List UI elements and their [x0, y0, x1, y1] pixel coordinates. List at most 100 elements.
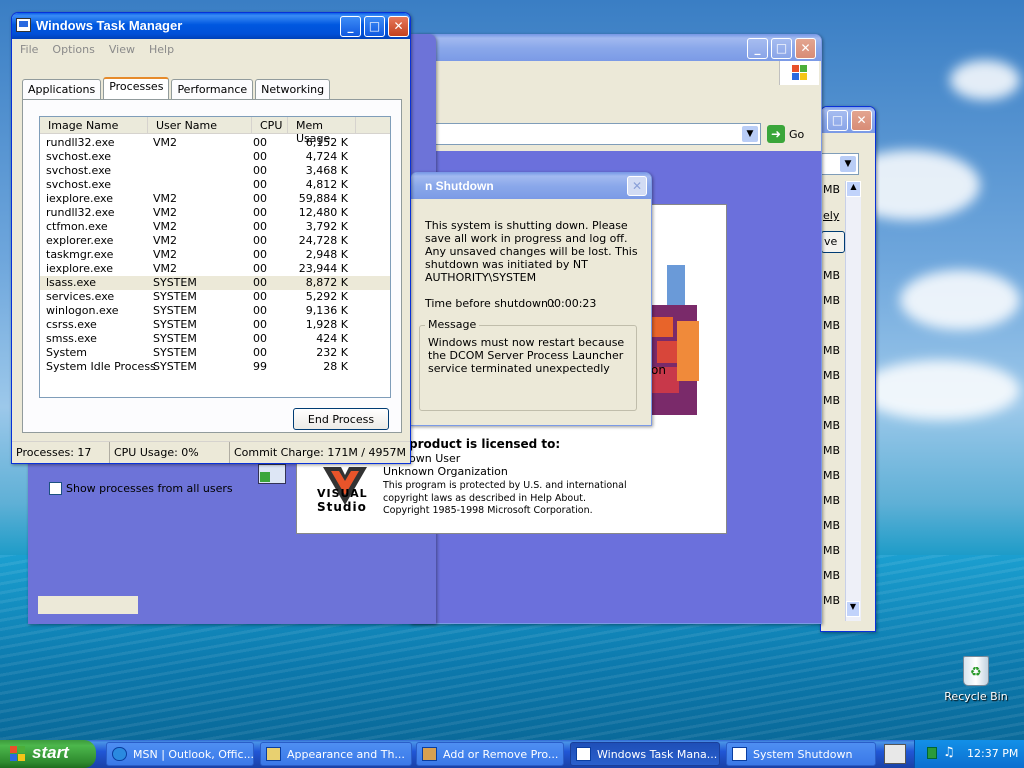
process-cpu: 00	[253, 332, 267, 345]
partial-button[interactable]: ve	[821, 231, 845, 253]
tab-performance[interactable]: Performance	[171, 79, 254, 99]
process-user-name: VM2	[153, 220, 178, 233]
process-image-name: rundll32.exe	[46, 136, 115, 149]
process-image-name: rundll32.exe	[46, 206, 115, 219]
cloud	[950, 60, 1020, 100]
process-cpu: 00	[253, 290, 267, 303]
table-row[interactable]: lsass.exe SYSTEM 00 8,872 K	[40, 276, 390, 290]
minimize-button[interactable]: _	[340, 16, 361, 37]
column-mem-usage[interactable]: Mem Usage	[288, 117, 356, 145]
table-row[interactable]: ctfmon.exe VM2 00 3,792 K	[40, 220, 390, 234]
table-row[interactable]: explorer.exe VM2 00 24,728 K	[40, 234, 390, 248]
menu-file[interactable]: File	[20, 43, 38, 56]
list-header: Image Name User Name CPU Mem Usage	[40, 117, 390, 145]
copyright: Copyright 1985-1998 Microsoft Corporatio…	[383, 505, 593, 516]
table-row[interactable]: rundll32.exe VM2 00 12,480 K	[40, 206, 390, 220]
list-item: MB	[823, 494, 841, 507]
list-item: MB	[823, 269, 841, 282]
side-dropdown[interactable]: ▼	[819, 153, 859, 175]
table-row[interactable]: System Idle Process SYSTEM 99 28 K	[40, 360, 390, 374]
show-all-users-checkbox[interactable]: Show processes from all users	[49, 482, 233, 495]
menu-help[interactable]: Help	[149, 43, 174, 56]
process-cpu: 00	[253, 318, 267, 331]
table-row[interactable]: svchost.exe 00 4,724 K	[40, 150, 390, 164]
close-button[interactable]: ✕	[388, 16, 409, 37]
process-mem-usage: 3,468 K	[305, 164, 348, 177]
task-manager-icon	[16, 18, 31, 32]
close-button[interactable]: ✕	[795, 38, 816, 59]
keyboard-icon[interactable]	[884, 744, 906, 764]
taskbar-button-shutdown[interactable]: System Shutdown	[726, 742, 876, 766]
address-bar[interactable]: ▼	[411, 123, 761, 145]
process-cpu: 00	[253, 262, 267, 275]
time-label: Time before shutdown :	[425, 297, 556, 310]
process-cpu: 99	[253, 360, 267, 373]
tab-processes[interactable]: Processes	[103, 77, 170, 99]
table-row[interactable]: iexplore.exe VM2 00 23,944 K	[40, 262, 390, 276]
process-mem-usage: 4,812 K	[305, 178, 348, 191]
process-user-name: SYSTEM	[153, 318, 197, 331]
process-user-name: VM2	[153, 192, 178, 205]
taskbar-button-msn[interactable]: MSN | Outlook, Offic...	[106, 742, 254, 766]
taskbar-button-add-remove[interactable]: Add or Remove Pro...	[416, 742, 564, 766]
tab-networking[interactable]: Networking	[255, 79, 331, 99]
menu-options[interactable]: Options	[52, 43, 94, 56]
list-item: MB	[823, 444, 841, 457]
end-process-button[interactable]: End Process	[293, 408, 389, 430]
table-row[interactable]: csrss.exe SYSTEM 00 1,928 K	[40, 318, 390, 332]
recycle-bin[interactable]: ♻ Recycle Bin	[944, 656, 1008, 703]
table-row[interactable]: smss.exe SYSTEM 00 424 K	[40, 332, 390, 346]
close-button[interactable]: ✕	[627, 176, 647, 196]
column-user-name[interactable]: User Name	[148, 117, 252, 133]
process-cpu: 00	[253, 164, 267, 177]
process-user-name: SYSTEM	[153, 346, 197, 359]
scroll-down-icon[interactable]: ▼	[846, 601, 860, 617]
process-mem-usage: 424 K	[316, 332, 348, 345]
tab-applications[interactable]: Applications	[22, 79, 102, 99]
show-all-users-label: Show processes from all users	[66, 482, 233, 495]
list-item: MB	[823, 594, 841, 607]
network-icon[interactable]	[927, 747, 937, 759]
table-row[interactable]: rundll32.exe VM2 00 6,152 K	[40, 136, 390, 150]
table-row[interactable]: winlogon.exe SYSTEM 00 9,136 K	[40, 304, 390, 318]
close-button[interactable]: ✕	[851, 110, 872, 131]
scrollbar[interactable]: ▲ ▼	[845, 181, 861, 621]
taskbar-button-label: MSN | Outlook, Offic...	[133, 748, 254, 761]
column-image-name[interactable]: Image Name	[40, 117, 148, 133]
control-panel-icon	[266, 747, 281, 761]
process-mem-usage: 4,724 K	[305, 150, 348, 163]
checkbox-box[interactable]	[49, 482, 62, 495]
chevron-down-icon[interactable]: ▼	[742, 126, 758, 142]
process-mem-usage: 2,948 K	[305, 248, 348, 261]
maximize-button[interactable]: □	[364, 16, 385, 37]
maximize-button[interactable]: □	[827, 110, 848, 131]
task-manager-icon	[576, 747, 591, 761]
process-user-name: SYSTEM	[153, 290, 197, 303]
process-user-name	[148, 150, 244, 164]
process-user-name: SYSTEM	[153, 360, 197, 373]
table-row[interactable]: services.exe SYSTEM 00 5,292 K	[40, 290, 390, 304]
table-row[interactable]: System SYSTEM 00 232 K	[40, 346, 390, 360]
taskbar-button-label: Add or Remove Pro...	[443, 748, 559, 761]
menu-view[interactable]: View	[109, 43, 135, 56]
process-mem-usage: 12,480 K	[298, 206, 348, 219]
partial-link[interactable]: ely	[823, 209, 839, 222]
start-button[interactable]: start	[0, 740, 96, 768]
list-item: MB	[823, 319, 841, 332]
message-group-label: Message	[425, 318, 480, 331]
volume-icon[interactable]: ♫	[943, 745, 955, 760]
taskbar-button-task-manager[interactable]: Windows Task Mana...	[570, 742, 720, 766]
clock[interactable]: 12:37 PM	[967, 747, 1018, 760]
column-cpu[interactable]: CPU	[252, 117, 288, 133]
process-user-name	[148, 178, 244, 192]
minimize-button[interactable]: _	[747, 38, 768, 59]
maximize-button[interactable]: □	[771, 38, 792, 59]
go-button[interactable]: ➜ Go	[767, 125, 804, 143]
table-row[interactable]: svchost.exe 00 3,468 K	[40, 164, 390, 178]
taskbar-button-appearance[interactable]: Appearance and Th...	[260, 742, 412, 766]
table-row[interactable]: taskmgr.exe VM2 00 2,948 K	[40, 248, 390, 262]
scroll-up-icon[interactable]: ▲	[846, 181, 861, 197]
table-row[interactable]: svchost.exe 00 4,812 K	[40, 178, 390, 192]
process-list[interactable]: Image Name User Name CPU Mem Usage rundl…	[39, 116, 391, 398]
table-row[interactable]: iexplore.exe VM2 00 59,884 K	[40, 192, 390, 206]
